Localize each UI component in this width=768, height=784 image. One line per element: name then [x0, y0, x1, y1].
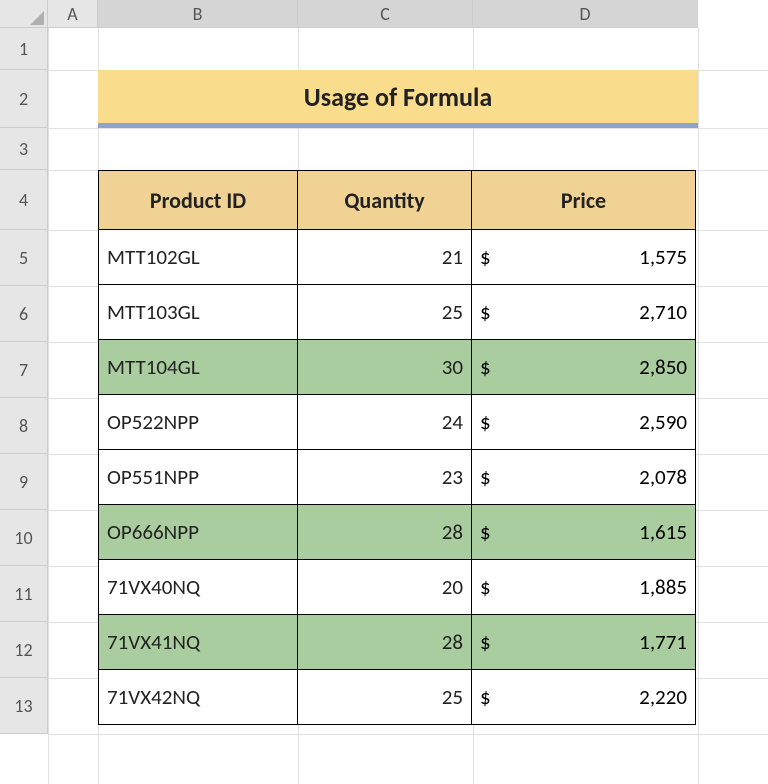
- gridline: [698, 28, 699, 784]
- price-value: 2,220: [639, 684, 687, 710]
- row-header-2[interactable]: 2: [0, 70, 48, 128]
- row-header-6[interactable]: 6: [0, 286, 48, 342]
- cell-price[interactable]: $2,220: [471, 669, 696, 725]
- header-price[interactable]: Price: [471, 170, 696, 230]
- cell-quantity[interactable]: 28: [297, 614, 472, 670]
- table-row: MTT104GL30$2,850: [98, 339, 696, 395]
- currency-symbol: $: [480, 299, 491, 325]
- table-row: MTT102GL21$1,575: [98, 229, 696, 285]
- currency-symbol: $: [480, 354, 491, 380]
- price-value: 1,615: [639, 519, 687, 545]
- price-value: 2,850: [639, 354, 687, 380]
- cell-product-id[interactable]: 71VX42NQ: [98, 669, 298, 725]
- table-row: 71VX41NQ28$1,771: [98, 614, 696, 670]
- title-cell[interactable]: Usage of Formula: [98, 70, 698, 128]
- cell-quantity[interactable]: 30: [297, 339, 472, 395]
- table-row: MTT103GL25$2,710: [98, 284, 696, 340]
- currency-symbol: $: [480, 519, 491, 545]
- title-text: Usage of Formula: [304, 81, 492, 113]
- price-value: 1,575: [639, 244, 687, 270]
- cell-price[interactable]: $2,590: [471, 394, 696, 450]
- table-row: OP522NPP24$2,590: [98, 394, 696, 450]
- row-header-8[interactable]: 8: [0, 398, 48, 454]
- table-row: OP666NPP28$1,615: [98, 504, 696, 560]
- cell-quantity[interactable]: 24: [297, 394, 472, 450]
- select-all-corner[interactable]: [0, 0, 48, 28]
- spreadsheet: A B C D 12345678910111213 Usage of Formu…: [0, 0, 768, 784]
- row-header-10[interactable]: 10: [0, 510, 48, 566]
- row-header-3[interactable]: 3: [0, 128, 48, 170]
- currency-symbol: $: [480, 464, 491, 490]
- cell-product-id[interactable]: 71VX41NQ: [98, 614, 298, 670]
- cell-price[interactable]: $1,615: [471, 504, 696, 560]
- row-header-13[interactable]: 13: [0, 678, 48, 734]
- table-row: 71VX40NQ20$1,885: [98, 559, 696, 615]
- column-headers: A B C D: [48, 0, 698, 28]
- row-header-7[interactable]: 7: [0, 342, 48, 398]
- price-value: 2,710: [639, 299, 687, 325]
- currency-symbol: $: [480, 684, 491, 710]
- table-row: OP551NPP23$2,078: [98, 449, 696, 505]
- cell-price[interactable]: $2,078: [471, 449, 696, 505]
- data-table: Product ID Quantity Price MTT102GL21$1,5…: [98, 170, 696, 725]
- cell-quantity[interactable]: 25: [297, 669, 472, 725]
- col-header-c[interactable]: C: [298, 0, 473, 28]
- row-header-11[interactable]: 11: [0, 566, 48, 622]
- cell-price[interactable]: $2,850: [471, 339, 696, 395]
- cell-product-id[interactable]: OP551NPP: [98, 449, 298, 505]
- table-row: 71VX42NQ25$2,220: [98, 669, 696, 725]
- table-header-row: Product ID Quantity Price: [98, 170, 696, 230]
- cell-product-id[interactable]: MTT103GL: [98, 284, 298, 340]
- price-value: 1,885: [639, 574, 687, 600]
- cell-product-id[interactable]: OP522NPP: [98, 394, 298, 450]
- gridline: [48, 734, 768, 735]
- header-quantity[interactable]: Quantity: [297, 170, 472, 230]
- currency-symbol: $: [480, 409, 491, 435]
- cell-price[interactable]: $1,575: [471, 229, 696, 285]
- header-product-id[interactable]: Product ID: [98, 170, 298, 230]
- cell-price[interactable]: $1,771: [471, 614, 696, 670]
- cell-product-id[interactable]: OP666NPP: [98, 504, 298, 560]
- currency-symbol: $: [480, 574, 491, 600]
- cell-quantity[interactable]: 23: [297, 449, 472, 505]
- col-header-b[interactable]: B: [98, 0, 298, 28]
- gridline: [48, 28, 49, 784]
- row-header-9[interactable]: 9: [0, 454, 48, 510]
- price-value: 1,771: [639, 629, 687, 655]
- row-header-4[interactable]: 4: [0, 170, 48, 230]
- currency-symbol: $: [480, 244, 491, 270]
- select-all-icon: [30, 11, 44, 25]
- cell-quantity[interactable]: 20: [297, 559, 472, 615]
- gridline: [48, 128, 768, 129]
- row-header-12[interactable]: 12: [0, 622, 48, 678]
- currency-symbol: $: [480, 629, 491, 655]
- row-header-1[interactable]: 1: [0, 28, 48, 70]
- price-value: 2,078: [639, 464, 687, 490]
- row-header-5[interactable]: 5: [0, 230, 48, 286]
- col-header-d[interactable]: D: [473, 0, 698, 28]
- cell-product-id[interactable]: MTT102GL: [98, 229, 298, 285]
- cell-price[interactable]: $2,710: [471, 284, 696, 340]
- cell-quantity[interactable]: 25: [297, 284, 472, 340]
- cell-product-id[interactable]: MTT104GL: [98, 339, 298, 395]
- cell-product-id[interactable]: 71VX40NQ: [98, 559, 298, 615]
- cell-quantity[interactable]: 21: [297, 229, 472, 285]
- cell-price[interactable]: $1,885: [471, 559, 696, 615]
- col-header-a[interactable]: A: [48, 0, 98, 28]
- cell-quantity[interactable]: 28: [297, 504, 472, 560]
- price-value: 2,590: [639, 409, 687, 435]
- row-headers: 12345678910111213: [0, 28, 48, 734]
